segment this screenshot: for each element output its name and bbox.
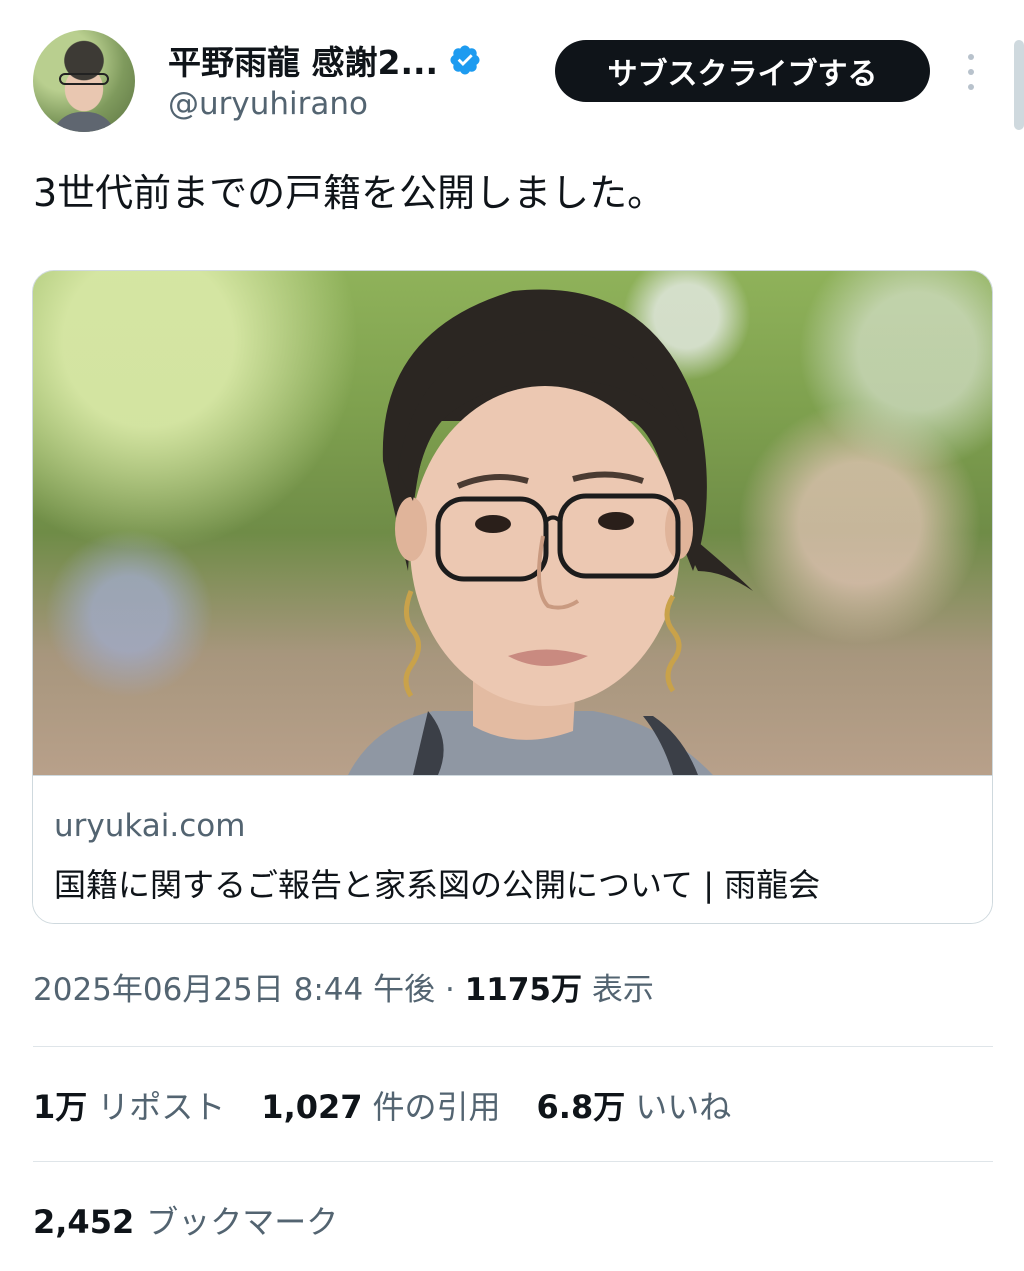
link-card-domain: uryukai.com: [54, 808, 246, 844]
likes-count: 6.8万: [536, 1088, 626, 1126]
quotes-count: 1,027: [261, 1088, 363, 1126]
avatar-shoulders: [51, 112, 117, 132]
link-card[interactable]: uryukai.com 国籍に関するご報告と家系図の公開について | 雨龍会: [32, 270, 993, 924]
quotes-stat[interactable]: 1,027 件の引用: [261, 1082, 500, 1128]
portrait-photo: [348, 289, 753, 775]
display-name[interactable]: 平野雨龍 感謝2...: [168, 36, 438, 84]
engagement-stats: 1万 リポスト 1,027 件の引用 6.8万 いいね: [33, 1082, 731, 1128]
avatar-glasses: [59, 73, 109, 85]
likes-label: いいね: [635, 1088, 732, 1126]
user-avatar[interactable]: [33, 30, 135, 132]
views-count: 1175万: [464, 972, 582, 1008]
link-card-image[interactable]: [33, 271, 992, 775]
tweet-date[interactable]: 2025年06月25日 8:44 午後: [33, 972, 435, 1008]
reposts-count: 1万: [33, 1088, 88, 1126]
bookmarks-stat[interactable]: 2,452 ブックマーク: [33, 1197, 338, 1243]
reposts-stat[interactable]: 1万 リポスト: [33, 1082, 225, 1128]
meta-separator: ·: [444, 972, 455, 1008]
divider: [33, 1161, 993, 1162]
name-row: 平野雨龍 感謝2...: [168, 36, 482, 84]
tweet-text: 3世代前までの戸籍を公開しました。: [33, 171, 666, 215]
views-label: 表示: [591, 972, 654, 1008]
tweet-header: 平野雨龍 感謝2... @uryuhirano サブスクライブする: [0, 0, 1024, 150]
likes-stat[interactable]: 6.8万 いいね: [537, 1082, 732, 1128]
divider: [33, 1046, 993, 1047]
reposts-label: リポスト: [97, 1088, 226, 1126]
link-card-meta: uryukai.com 国籍に関するご報告と家系図の公開について | 雨龍会: [33, 775, 992, 923]
link-card-title: 国籍に関するご報告と家系図の公開について | 雨龍会: [54, 866, 821, 904]
bookmarks-count: 2,452: [33, 1203, 135, 1241]
bookmarks-label: ブックマーク: [146, 1203, 339, 1241]
more-dot: [968, 54, 974, 60]
more-vertical-icon[interactable]: [956, 50, 986, 94]
user-handle[interactable]: @uryuhirano: [168, 86, 368, 122]
scrollbar[interactable]: [1014, 40, 1024, 130]
more-dot: [968, 69, 974, 75]
quotes-label: 件の引用: [372, 1088, 501, 1126]
more-dot: [968, 84, 974, 90]
subscribe-button[interactable]: サブスクライブする: [555, 40, 930, 102]
tweet-timestamp: 2025年06月25日 8:44 午後 · 1175万 表示: [33, 964, 654, 1009]
verified-badge-icon: [450, 45, 480, 75]
